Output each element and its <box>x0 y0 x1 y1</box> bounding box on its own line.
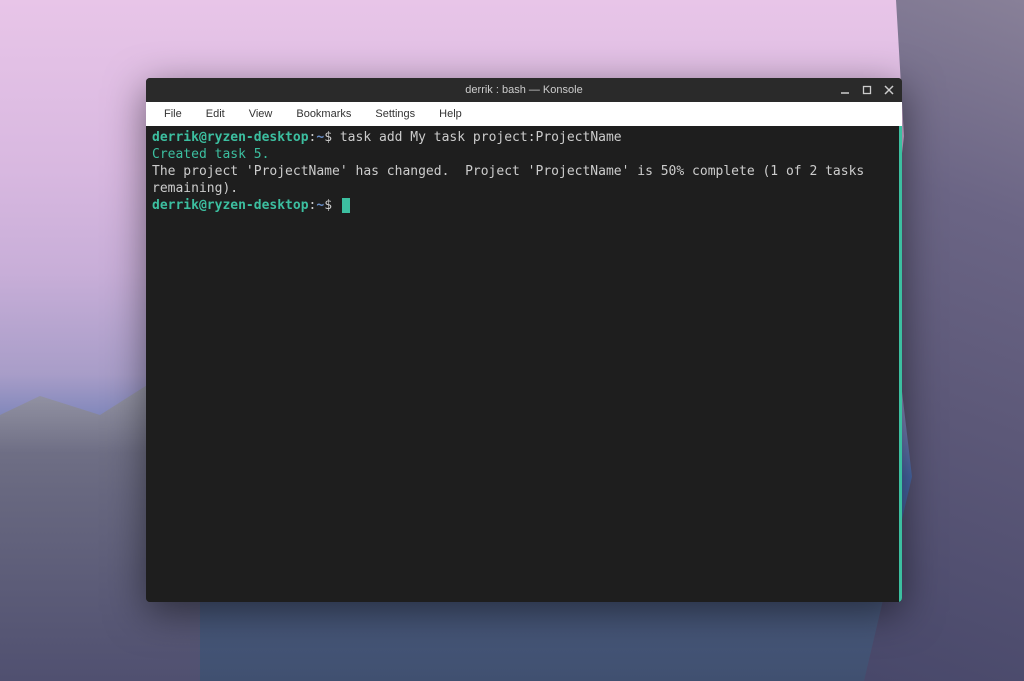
maximize-button[interactable] <box>860 83 874 97</box>
prompt-user-host: derrik@ryzen-desktop <box>152 130 309 145</box>
menu-view[interactable]: View <box>239 106 283 122</box>
terminal-output-project: The project 'ProjectName' has changed. P… <box>152 164 893 198</box>
terminal-line-1: derrik@ryzen-desktop:~$ task add My task… <box>152 130 893 147</box>
window-title: derrik : bash — Konsole <box>465 84 582 96</box>
menu-settings[interactable]: Settings <box>365 106 425 122</box>
prompt-symbol: $ <box>324 130 332 145</box>
terminal-area[interactable]: derrik@ryzen-desktop:~$ task add My task… <box>146 126 902 602</box>
prompt-user-host-2: derrik@ryzen-desktop <box>152 198 309 213</box>
prompt-symbol-2: $ <box>324 198 332 213</box>
menu-file[interactable]: File <box>154 106 192 122</box>
command-text: task add My task project:ProjectName <box>340 130 622 145</box>
close-button[interactable] <box>882 83 896 97</box>
menubar: File Edit View Bookmarks Settings Help <box>146 102 902 126</box>
konsole-window: derrik : bash — Konsole File Edit View B… <box>146 78 902 602</box>
menu-bookmarks[interactable]: Bookmarks <box>286 106 361 122</box>
menu-edit[interactable]: Edit <box>196 106 235 122</box>
terminal-output-created: Created task 5. <box>152 147 893 164</box>
window-titlebar[interactable]: derrik : bash — Konsole <box>146 78 902 102</box>
menu-help[interactable]: Help <box>429 106 472 122</box>
terminal-line-prompt: derrik@ryzen-desktop:~$ <box>152 198 893 215</box>
terminal-cursor <box>342 198 350 213</box>
minimize-button[interactable] <box>838 83 852 97</box>
window-controls <box>838 78 896 102</box>
